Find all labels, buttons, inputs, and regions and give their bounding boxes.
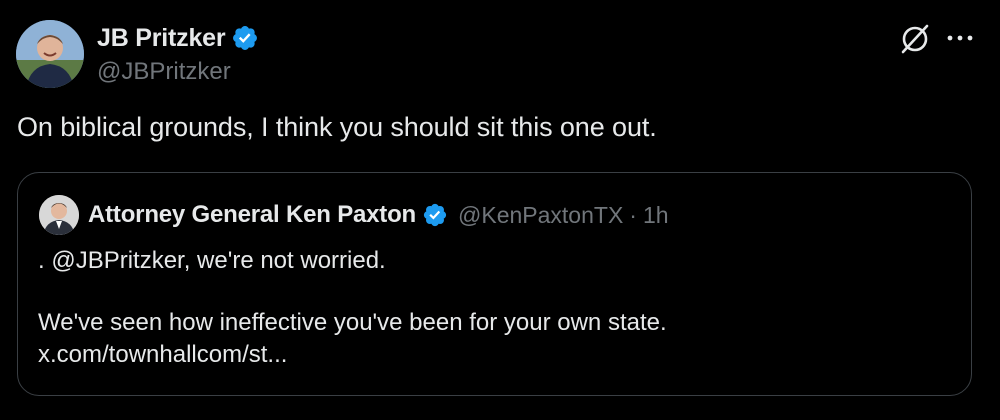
author-handle[interactable]: @JBPritzker [97, 58, 259, 86]
quoted-text-line: We've seen how ineffective you've been f… [38, 309, 667, 336]
quoted-author-avatar[interactable] [39, 195, 79, 235]
verified-badge-icon [423, 203, 447, 227]
tweet: JB Pritzker @JBPritzker On biblical grou… [0, 0, 1000, 420]
author-name-row: JB Pritzker [97, 22, 259, 54]
more-icon[interactable] [944, 22, 976, 54]
author-block: JB Pritzker @JBPritzker [97, 22, 259, 86]
quoted-text-gap [38, 277, 938, 307]
quoted-tweet-text: . @JBPritzker, we're not worried. We've … [38, 245, 938, 371]
quoted-separator: · [629, 201, 637, 228]
quoted-text-line: . @JBPritzker, we're not worried. [38, 247, 386, 274]
tweet-text: On biblical grounds, I think you should … [17, 112, 657, 142]
grok-icon[interactable] [898, 22, 932, 56]
author-display-name[interactable]: JB Pritzker [97, 24, 226, 53]
author-avatar[interactable] [16, 20, 84, 88]
quoted-link[interactable]: x.com/townhallcom/st... [38, 339, 938, 371]
quoted-author-handle[interactable]: @KenPaxtonTX [458, 202, 623, 229]
quoted-author-display-name[interactable]: Attorney General Ken Paxton [88, 201, 416, 229]
quoted-tweet-card[interactable]: Attorney General Ken Paxton @KenPaxtonTX… [17, 172, 972, 396]
quoted-timestamp[interactable]: 1h [643, 202, 669, 229]
quoted-header: Attorney General Ken Paxton @KenPaxtonTX… [88, 199, 669, 231]
verified-badge-icon [233, 26, 258, 50]
